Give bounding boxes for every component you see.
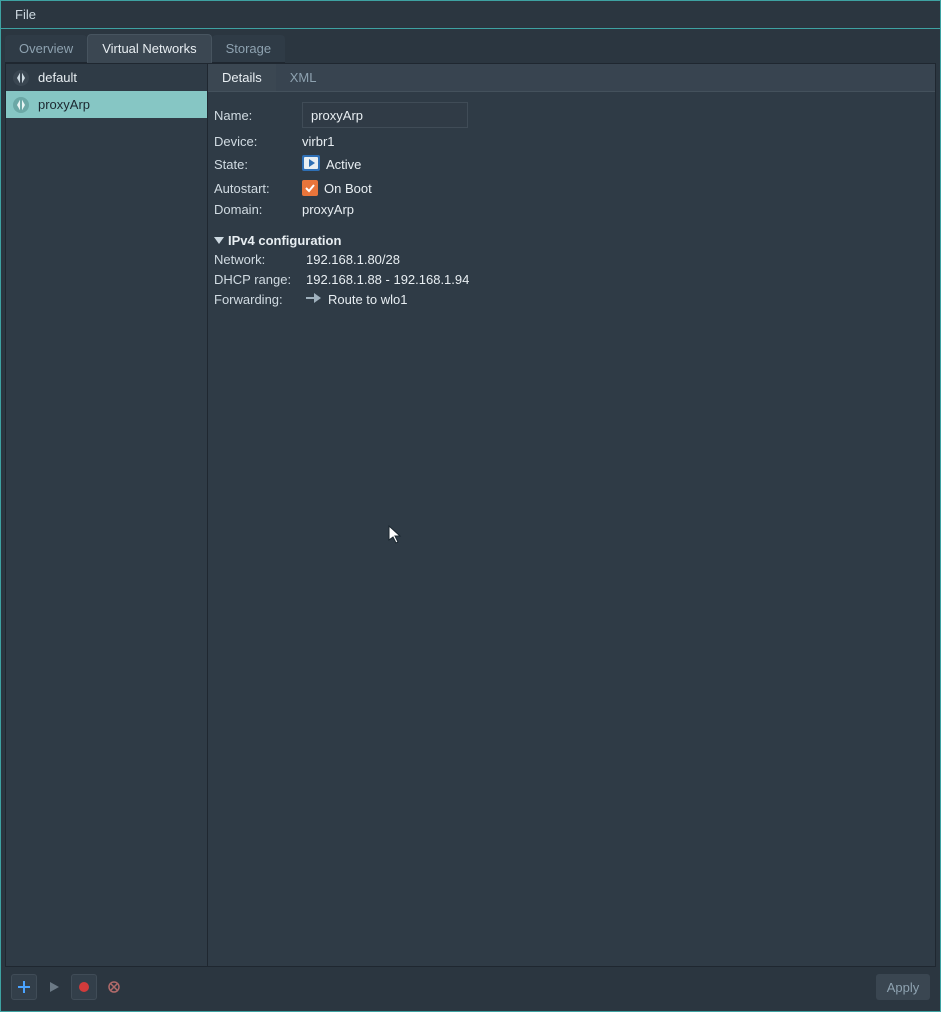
network-icon	[12, 69, 30, 87]
stop-record-icon	[77, 980, 91, 994]
network-item-label: proxyArp	[38, 97, 90, 112]
name-label: Name:	[214, 108, 296, 123]
ipv4-header[interactable]: IPv4 configuration	[214, 233, 929, 248]
stop-network-button[interactable]	[71, 974, 97, 1000]
route-icon	[306, 292, 322, 307]
tab-storage[interactable]: Storage	[212, 35, 286, 63]
window: File Overview Virtual Networks Storage	[0, 0, 941, 1012]
ipv4-forwarding-row: Route to wlo1	[306, 292, 929, 307]
network-item-label: default	[38, 70, 77, 85]
autostart-checkbox[interactable]	[302, 180, 318, 196]
detail-subtabs: Details XML	[208, 64, 935, 92]
ipv4-dhcp-value: 192.168.1.88 - 192.168.1.94	[306, 272, 929, 287]
expander-icon	[214, 237, 224, 244]
state-value: Active	[326, 157, 361, 172]
state-label: State:	[214, 157, 296, 172]
ipv4-grid: Network: 192.168.1.80/28 DHCP range: 192…	[214, 252, 929, 307]
ipv4-header-label: IPv4 configuration	[228, 233, 341, 248]
network-list: default proxyArp	[6, 64, 207, 966]
ipv4-forwarding-label: Forwarding:	[214, 292, 300, 307]
content: Overview Virtual Networks Storage	[1, 29, 940, 1011]
delete-network-button[interactable]	[101, 974, 127, 1000]
delete-icon	[107, 980, 121, 994]
menubar: File	[1, 1, 940, 29]
name-input[interactable]	[302, 102, 468, 128]
autostart-value: On Boot	[324, 181, 372, 196]
ipv4-network-value: 192.168.1.80/28	[306, 252, 929, 267]
domain-label: Domain:	[214, 202, 296, 217]
network-icon	[12, 96, 30, 114]
autostart-label: Autostart:	[214, 181, 296, 196]
device-value: virbr1	[302, 134, 929, 149]
network-item-default[interactable]: default	[6, 64, 207, 91]
subtab-xml[interactable]: XML	[276, 64, 331, 91]
menu-file[interactable]: File	[9, 5, 42, 24]
ipv4-dhcp-label: DHCP range:	[214, 272, 300, 287]
play-icon	[48, 981, 60, 993]
sidebar: default proxyArp	[6, 64, 208, 966]
ipv4-forwarding-value: Route to wlo1	[328, 292, 408, 307]
main-area: default proxyArp	[5, 63, 936, 967]
domain-value: proxyArp	[302, 202, 929, 217]
start-network-button[interactable]	[41, 974, 67, 1000]
details-body: Name: Device: virbr1 State:	[208, 92, 935, 966]
autostart-row[interactable]: On Boot	[302, 180, 929, 196]
network-item-proxyarp[interactable]: proxyArp	[6, 91, 207, 118]
details-form: Name: Device: virbr1 State:	[214, 102, 929, 217]
tab-virtual-networks[interactable]: Virtual Networks	[87, 34, 211, 63]
apply-button[interactable]: Apply	[876, 974, 930, 1000]
plus-icon	[17, 980, 31, 994]
top-tabs: Overview Virtual Networks Storage	[5, 33, 936, 63]
play-icon	[302, 155, 320, 174]
device-label: Device:	[214, 134, 296, 149]
tab-overview[interactable]: Overview	[5, 35, 87, 63]
detail-area: Details XML Name: Device: virbr1 State:	[208, 64, 935, 966]
subtab-details[interactable]: Details	[208, 64, 276, 91]
footer: Apply	[5, 967, 936, 1007]
state-row: Active	[302, 155, 929, 174]
add-network-button[interactable]	[11, 974, 37, 1000]
ipv4-network-label: Network:	[214, 252, 300, 267]
